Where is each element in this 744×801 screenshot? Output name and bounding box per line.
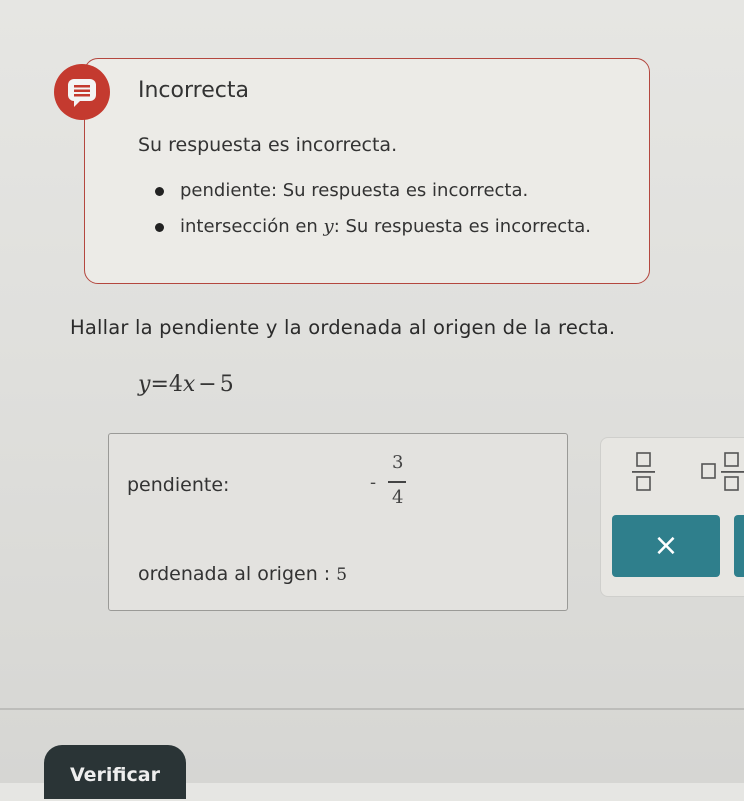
feedback-item-text: Su respuesta es incorrecta. — [282, 180, 529, 201]
clear-button[interactable]: × — [612, 515, 720, 577]
message-icon — [68, 79, 96, 107]
intercept-input[interactable]: 5 — [336, 565, 347, 585]
feedback-message: Su respuesta es incorrecta. — [138, 134, 398, 156]
feedback-item-label: intersección en — [180, 216, 324, 237]
fraction-button[interactable] — [624, 450, 664, 494]
verify-label: Verificar — [70, 764, 160, 786]
equation-const: 5 — [219, 372, 234, 397]
mixed-number-icon — [701, 452, 744, 491]
slope-sign: - — [370, 472, 377, 493]
feedback-icon — [54, 64, 110, 120]
slope-numerator[interactable]: 3 — [392, 452, 403, 473]
slope-label: pendiente: — [127, 474, 230, 496]
question-text: Hallar la pendiente y la ordenada al ori… — [70, 316, 616, 339]
mixed-number-button[interactable] — [698, 450, 744, 494]
feedback-item-text: : Su respuesta es incorrecta. — [333, 216, 591, 237]
feedback-item-label: pendiente: — [180, 180, 283, 201]
verify-button[interactable]: Verificar — [44, 745, 186, 799]
feedback-item-slope: pendiente: Su respuesta es incorrecta. — [155, 180, 591, 216]
equation: y=4x −5 — [138, 372, 234, 397]
feedback-item-intercept: intersección en y: Su respuesta es incor… — [155, 216, 591, 252]
equation-coef: 4 — [168, 372, 183, 397]
equation-equals: = — [150, 372, 169, 397]
feedback-item-variable: y — [323, 216, 334, 237]
fraction-bar — [388, 481, 406, 483]
feedback-title: Incorrecta — [138, 78, 249, 103]
close-icon: × — [653, 528, 679, 563]
equation-var: x — [182, 372, 196, 397]
intercept-row: ordenada al origen : 5 — [138, 563, 347, 585]
feedback-list: pendiente: Su respuesta es incorrecta. i… — [155, 180, 591, 252]
toolbar-button-partial[interactable] — [734, 515, 744, 577]
intercept-label: ordenada al origen : — [138, 563, 331, 585]
equation-lhs: y — [138, 372, 151, 397]
equation-op: − — [198, 372, 217, 397]
slope-denominator[interactable]: 4 — [392, 487, 403, 508]
divider — [0, 708, 744, 710]
fraction-icon — [632, 452, 655, 491]
